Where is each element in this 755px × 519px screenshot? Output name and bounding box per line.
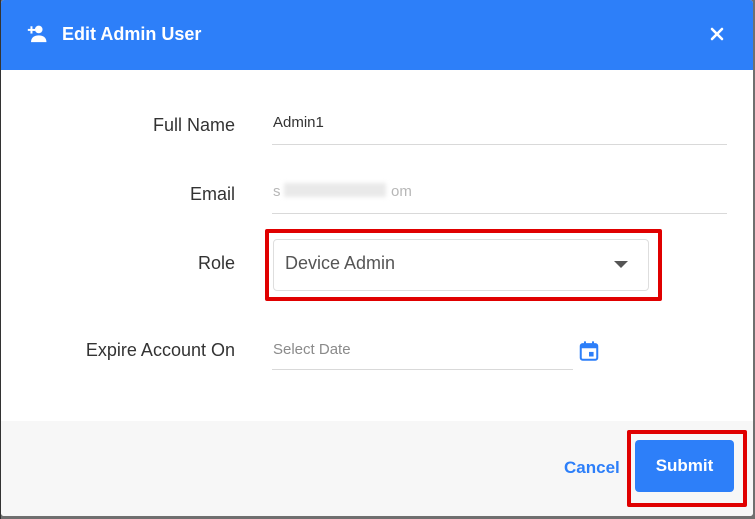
full-name-label: Full Name (152, 115, 235, 135)
email-redaction (284, 183, 386, 197)
full-name-field[interactable]: Admin1 (272, 108, 727, 145)
expire-account-label: Expire Account On (85, 340, 235, 360)
expire-date-placeholder: Select Date (273, 341, 351, 358)
full-name-value: Admin1 (273, 114, 324, 131)
dialog-title: Edit Admin User (62, 24, 202, 44)
dialog-header: Edit Admin User (1, 0, 753, 70)
email-value-suffix: om (391, 183, 412, 200)
caret-down-icon (614, 261, 628, 268)
role-select[interactable]: Device Admin (273, 239, 649, 291)
submit-button[interactable]: Submit (635, 440, 734, 492)
calendar-icon[interactable] (578, 340, 600, 362)
email-field[interactable]: s om (272, 177, 727, 214)
expire-date-input[interactable]: Select Date (272, 331, 573, 370)
cancel-button[interactable]: Cancel (564, 458, 620, 478)
close-icon[interactable] (705, 22, 729, 46)
edit-admin-user-dialog: Edit Admin User Full Name Admin1 Email s… (1, 0, 753, 516)
role-label: Role (197, 253, 235, 273)
email-value-prefix: s (273, 183, 281, 200)
role-selected-value: Device Admin (285, 253, 396, 273)
email-label: Email (189, 184, 235, 204)
person-add-icon (27, 25, 47, 43)
